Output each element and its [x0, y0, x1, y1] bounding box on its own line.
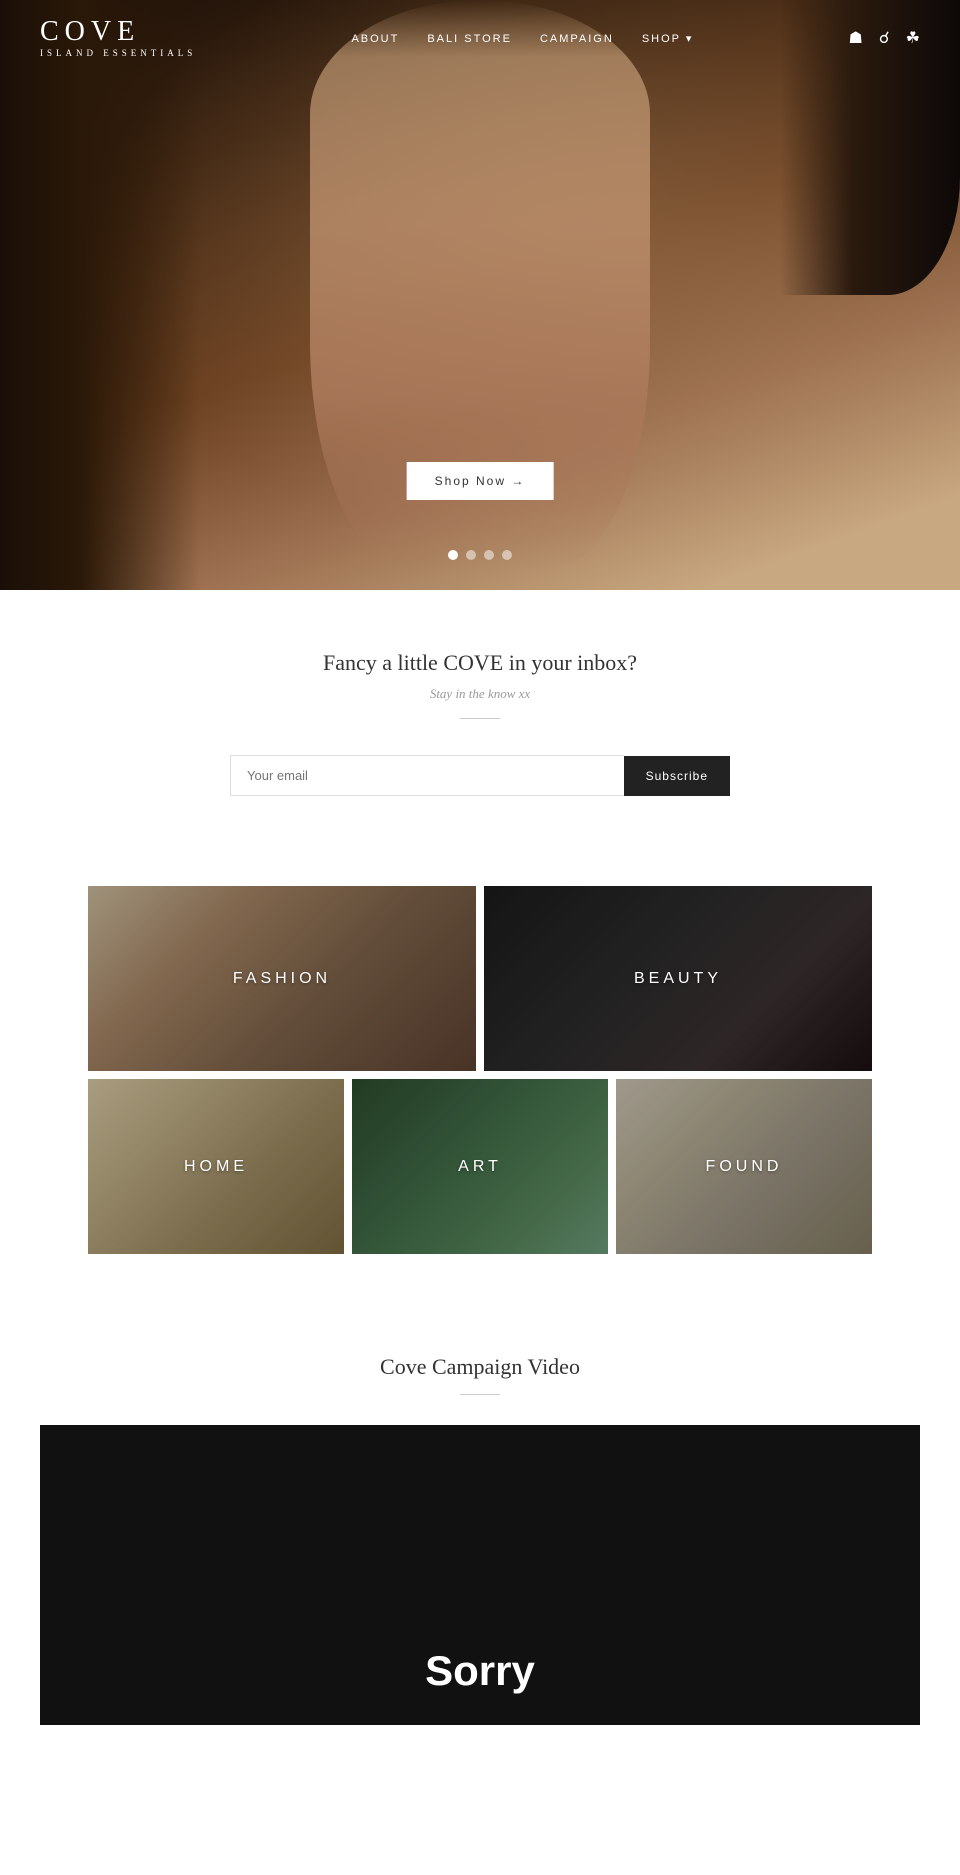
search-icon[interactable]: ☌: [879, 28, 890, 48]
category-beauty[interactable]: BEAUTY: [484, 886, 872, 1071]
newsletter-form: Subscribe: [230, 755, 730, 796]
fashion-label: FASHION: [233, 970, 331, 988]
hero-rock-left: [0, 0, 200, 590]
newsletter-subheading: Stay in the know xx: [40, 686, 920, 702]
hero-dot-4[interactable]: [502, 550, 512, 560]
bali-store-link[interactable]: BALI STORE: [427, 33, 512, 45]
main-nav: COVE ISLAND ESSENTIALS ABOUT BALI STORE …: [0, 0, 960, 76]
category-row-top: FASHION BEAUTY: [88, 886, 872, 1071]
category-row-bottom: HOME ART FOUND: [88, 1079, 872, 1254]
hero-dot-1[interactable]: [448, 550, 458, 560]
found-label: FOUND: [706, 1158, 783, 1176]
subscribe-button[interactable]: Subscribe: [624, 756, 730, 796]
shop-now-button[interactable]: Shop Now →: [407, 462, 554, 500]
shop-link[interactable]: SHOP ▾: [642, 33, 694, 45]
user-icon[interactable]: ☗: [849, 28, 863, 48]
newsletter-heading: Fancy a little COVE in your inbox?: [40, 650, 920, 676]
fashion-overlay: FASHION: [88, 886, 476, 1071]
nav-links: ABOUT BALI STORE CAMPAIGN SHOP ▾: [351, 29, 693, 47]
art-overlay: ART: [352, 1079, 608, 1254]
about-link[interactable]: ABOUT: [351, 33, 399, 45]
video-heading: Cove Campaign Video: [40, 1354, 920, 1380]
home-overlay: HOME: [88, 1079, 344, 1254]
category-home[interactable]: HOME: [88, 1079, 344, 1254]
logo-title: COVE: [40, 18, 196, 46]
category-art[interactable]: ART: [352, 1079, 608, 1254]
newsletter-section: Fancy a little COVE in your inbox? Stay …: [0, 590, 960, 846]
nav-icons: ☗ ☌ ☘: [849, 28, 920, 48]
beauty-overlay: BEAUTY: [484, 886, 872, 1071]
video-container[interactable]: Sorry: [40, 1425, 920, 1725]
cart-icon[interactable]: ☘: [906, 28, 920, 48]
hero-dot-3[interactable]: [484, 550, 494, 560]
art-label: ART: [458, 1158, 502, 1176]
hero-dot-2[interactable]: [466, 550, 476, 560]
home-label: HOME: [184, 1158, 248, 1176]
video-sorry-text: Sorry: [425, 1647, 535, 1695]
email-input[interactable]: [230, 755, 624, 796]
category-found[interactable]: FOUND: [616, 1079, 872, 1254]
hero-dots: [448, 550, 512, 560]
category-fashion[interactable]: FASHION: [88, 886, 476, 1071]
logo-subtitle: ISLAND ESSENTIALS: [40, 48, 196, 58]
video-section: Cove Campaign Video Sorry: [0, 1294, 960, 1745]
video-divider: [460, 1394, 500, 1395]
hero-section: Shop Now →: [0, 0, 960, 590]
beauty-label: BEAUTY: [634, 970, 722, 988]
campaign-link[interactable]: CAMPAIGN: [540, 33, 614, 45]
found-overlay: FOUND: [616, 1079, 872, 1254]
category-grid: FASHION BEAUTY HOME ART FOUND: [0, 846, 960, 1294]
newsletter-divider: [460, 718, 500, 719]
logo[interactable]: COVE ISLAND ESSENTIALS: [40, 18, 196, 58]
